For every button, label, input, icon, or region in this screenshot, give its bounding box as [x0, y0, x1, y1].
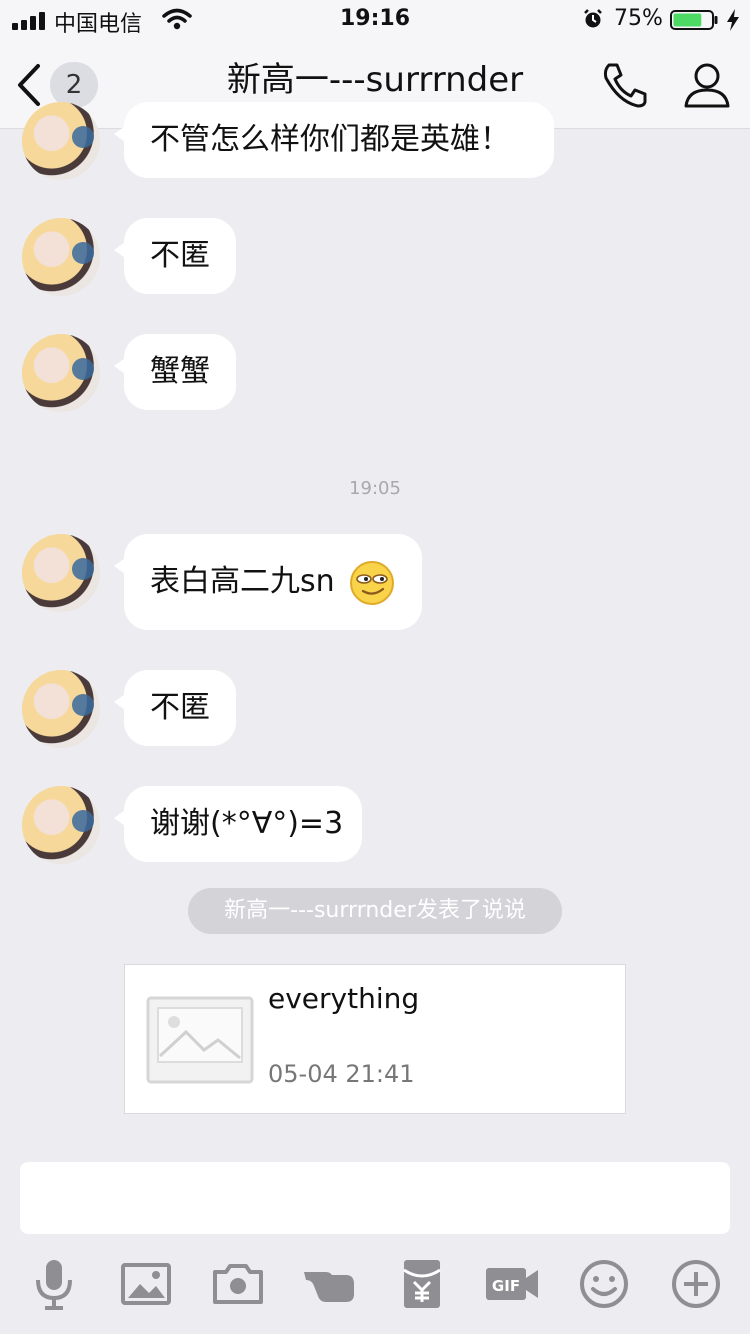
message-bubble[interactable]: 不匿 — [114, 670, 236, 746]
poke-icon[interactable] — [302, 1256, 358, 1312]
post-date: 05-04 21:41 — [268, 1060, 415, 1088]
profile-icon[interactable] — [682, 60, 732, 110]
emoji-icon[interactable] — [576, 1256, 632, 1312]
message-text: 不匿 — [150, 238, 210, 273]
system-notice: 新高一---surrrnder发表了说说 — [188, 888, 562, 934]
plus-icon[interactable] — [668, 1256, 724, 1312]
message-timestamp: 19:05 — [349, 478, 401, 499]
message-text: 表白高二九sn — [150, 564, 335, 599]
message-bubble[interactable]: 不管怎么样你们都是英雄！ — [114, 102, 554, 178]
message-bubble[interactable]: 蟹蟹 — [114, 334, 236, 410]
alarm-icon — [584, 9, 602, 28]
smirk-emoji-icon — [349, 560, 394, 605]
post-thumbnail-image-icon — [146, 996, 254, 1084]
message-text: 谢谢(*°∀°)=3 — [150, 806, 344, 841]
sender-avatar[interactable] — [22, 334, 100, 412]
phone-icon[interactable] — [600, 60, 650, 110]
microphone-icon[interactable] — [26, 1256, 82, 1312]
post-title: everything — [268, 982, 420, 1015]
image-icon[interactable] — [118, 1256, 174, 1312]
battery-icon — [670, 10, 718, 30]
sender-avatar[interactable] — [22, 670, 100, 748]
message-bubble[interactable]: 不匿 — [114, 218, 236, 294]
message-text: 不匿 — [150, 690, 210, 725]
sender-avatar[interactable] — [22, 534, 100, 612]
red-packet-icon[interactable] — [394, 1256, 450, 1312]
sender-avatar[interactable] — [22, 786, 100, 864]
message-text: 蟹蟹 — [150, 354, 210, 389]
battery-percent: 75% — [614, 6, 663, 31]
message-bubble[interactable]: 谢谢(*°∀°)=3 — [114, 786, 362, 862]
sender-avatar[interactable] — [22, 218, 100, 296]
charging-icon — [727, 9, 739, 31]
message-text: 不管怎么样你们都是英雄！ — [150, 122, 510, 157]
svg-text:GIF: GIF — [492, 1277, 520, 1295]
camera-icon[interactable] — [210, 1256, 266, 1312]
message-input[interactable] — [20, 1162, 730, 1234]
sender-avatar[interactable] — [22, 102, 100, 180]
gif-icon[interactable]: GIF — [484, 1256, 540, 1312]
message-bubble[interactable]: 表白高二九sn — [114, 534, 422, 630]
